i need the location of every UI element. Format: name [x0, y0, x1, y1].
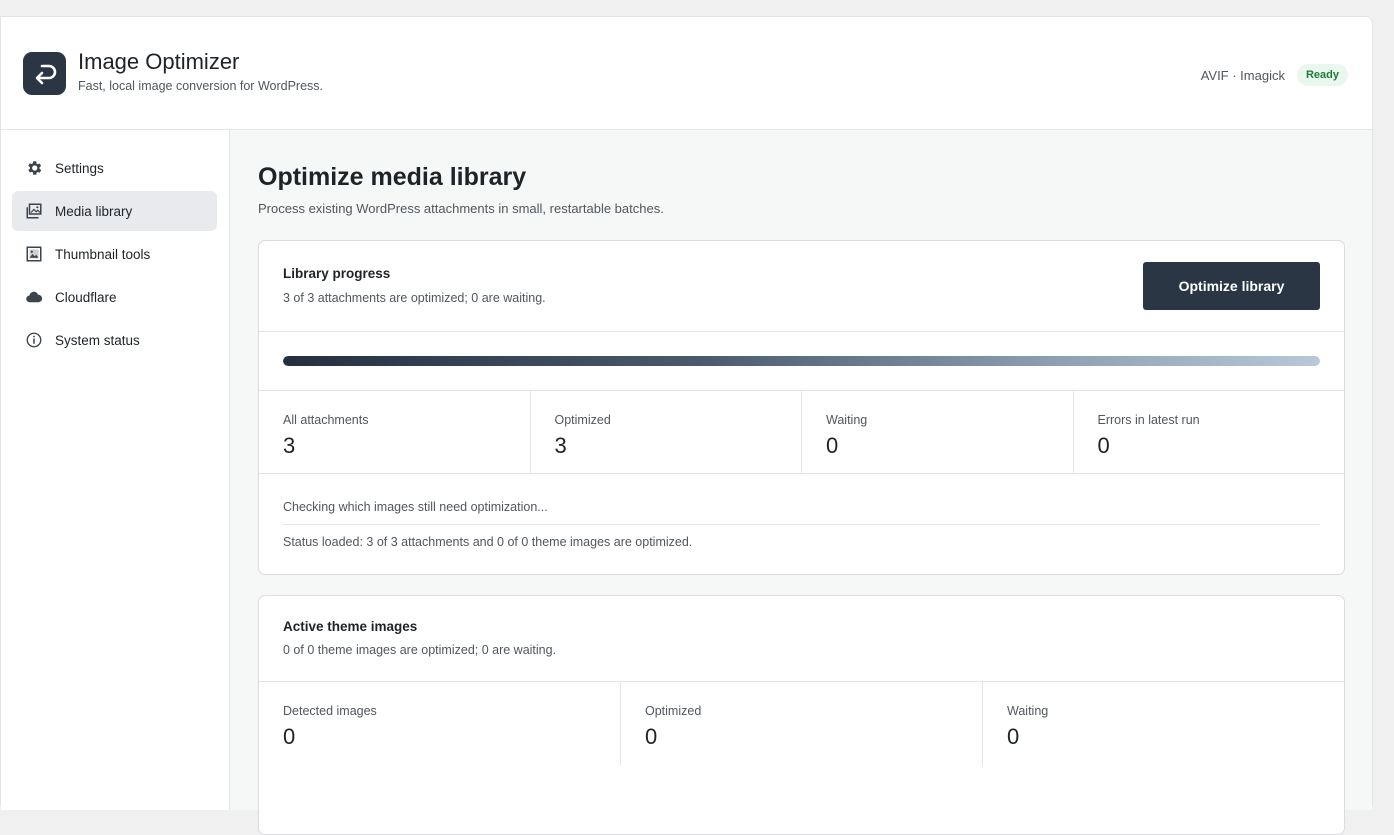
stat-label: Detected images: [283, 704, 377, 718]
theme-stats: Detected images 0 Optimized 0 Waiting 0: [259, 682, 1344, 766]
divider: [259, 473, 1344, 474]
info-icon: [24, 330, 44, 350]
app-subtitle: Fast, local image conversion for WordPre…: [78, 79, 324, 93]
stat-label: Optimized: [554, 413, 611, 427]
engine-status: AVIF · Imagick Ready: [1201, 64, 1348, 86]
sidebar-item-label: Media library: [55, 203, 133, 219]
sidebar-item-label: System status: [55, 332, 140, 348]
theme-images-summary: 0 of 0 theme images are optimized; 0 are…: [283, 643, 557, 657]
stat-waiting: Waiting 0: [983, 682, 1344, 766]
theme-images-card: Active theme images 0 of 0 theme images …: [258, 595, 1345, 835]
header: Image Optimizer Fast, local image conver…: [1, 17, 1372, 130]
stat-value: 3: [283, 433, 296, 458]
library-progress-summary: 3 of 3 attachments are optimized; 0 are …: [283, 291, 546, 305]
stat-label: Optimized: [645, 704, 702, 718]
gear-icon: [24, 158, 44, 178]
sidebar-item-label: Settings: [55, 160, 104, 176]
page-title: Optimize media library: [258, 163, 527, 191]
sidebar-item-label: Cloudflare: [55, 289, 117, 305]
library-stats: All attachments 3 Optimized 3 Waiting 0 …: [259, 391, 1344, 473]
sidebar-item-thumbnail-tools[interactable]: Thumbnail tools: [12, 234, 217, 274]
checking-status-text: Checking which images still need optimiz…: [283, 500, 548, 514]
image-icon: [24, 244, 44, 264]
stat-value: 0: [826, 433, 839, 458]
return-arrow-icon: [35, 64, 56, 84]
sidebar: Settings Media library Thumbnail tools C…: [1, 130, 230, 810]
stat-optimized: Optimized 3: [531, 391, 802, 473]
sidebar-item-settings[interactable]: Settings: [12, 148, 217, 188]
library-progress-fill: [283, 356, 1320, 366]
stat-value: 0: [1007, 724, 1020, 749]
divider: [259, 331, 1344, 332]
stat-detected-images: Detected images 0: [259, 682, 621, 766]
stat-errors: Errors in latest run 0: [1074, 391, 1345, 473]
cloud-icon: [24, 287, 44, 307]
sidebar-item-system-status[interactable]: System status: [12, 320, 217, 360]
library-progress-bar: [283, 356, 1320, 366]
sidebar-item-media-library[interactable]: Media library: [12, 191, 217, 231]
sidebar-item-cloudflare[interactable]: Cloudflare: [12, 277, 217, 317]
sidebar-item-label: Thumbnail tools: [55, 246, 151, 262]
stat-label: Waiting: [826, 413, 868, 427]
app-window: Image Optimizer Fast, local image conver…: [0, 16, 1373, 835]
main-content: Optimize media library Process existing …: [230, 130, 1372, 835]
stat-waiting: Waiting 0: [802, 391, 1074, 473]
media-library-icon: [24, 201, 44, 221]
stat-label: All attachments: [283, 413, 369, 427]
stat-all-attachments: All attachments 3: [259, 391, 531, 473]
engine-label: AVIF · Imagick: [1200, 67, 1285, 83]
theme-images-title: Active theme images: [283, 619, 418, 634]
library-progress-card: Library progress 3 of 3 attachments are …: [258, 240, 1345, 575]
stat-label: Waiting: [1007, 704, 1049, 718]
stat-value: 3: [554, 433, 567, 458]
optimize-library-button[interactable]: Optimize library: [1143, 262, 1320, 310]
status-badge: Ready: [1296, 64, 1348, 86]
app-title: Image Optimizer: [78, 49, 240, 74]
divider: [283, 524, 1320, 525]
stat-label: Errors in latest run: [1097, 413, 1200, 427]
loaded-status-text: Status loaded: 3 of 3 attachments and 0 …: [283, 535, 693, 549]
app-logo: [23, 52, 66, 95]
page-subtitle: Process existing WordPress attachments i…: [258, 201, 664, 216]
stat-value: 0: [283, 724, 296, 749]
stat-value: 0: [1097, 433, 1110, 458]
library-progress-title: Library progress: [283, 266, 391, 281]
stat-value: 0: [645, 724, 658, 749]
stat-optimized: Optimized 0: [621, 682, 983, 766]
